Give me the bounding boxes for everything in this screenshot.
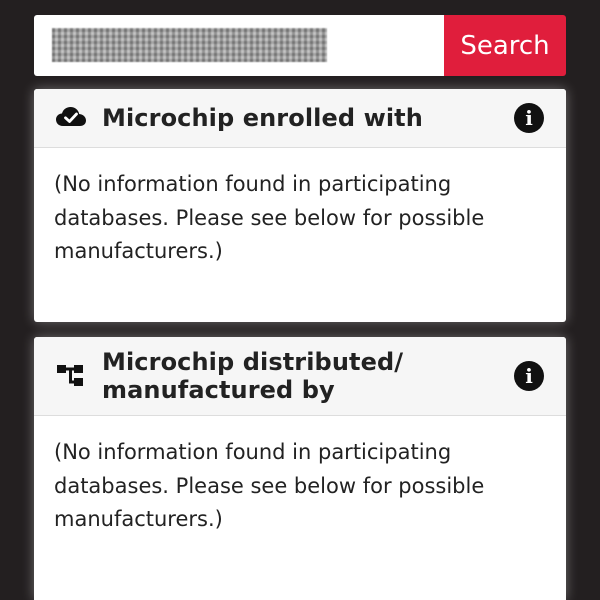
search-button[interactable]: Search — [444, 15, 566, 76]
info-icon[interactable]: i — [514, 361, 544, 391]
card-title: Microchip distributed/ manufactured by — [102, 348, 404, 404]
card-title: Microchip enrolled with — [102, 104, 423, 132]
card-header: Microchip enrolled with i — [34, 89, 566, 148]
card-body: (No information found in participating d… — [54, 440, 485, 531]
search-input[interactable] — [34, 15, 444, 76]
card-body: (No information found in participating d… — [54, 172, 485, 263]
microchip-enrolled-card: Microchip enrolled with i (No informatio… — [34, 89, 566, 322]
hierarchy-icon — [54, 359, 88, 393]
microchip-manufacturer-card: Microchip distributed/ manufactured by i… — [34, 337, 566, 600]
cloud-check-icon — [54, 101, 88, 135]
card-header: Microchip distributed/ manufactured by i — [34, 337, 566, 416]
search-bar: Search — [34, 15, 566, 76]
redacted-search-value — [52, 28, 327, 62]
info-icon[interactable]: i — [514, 103, 544, 133]
